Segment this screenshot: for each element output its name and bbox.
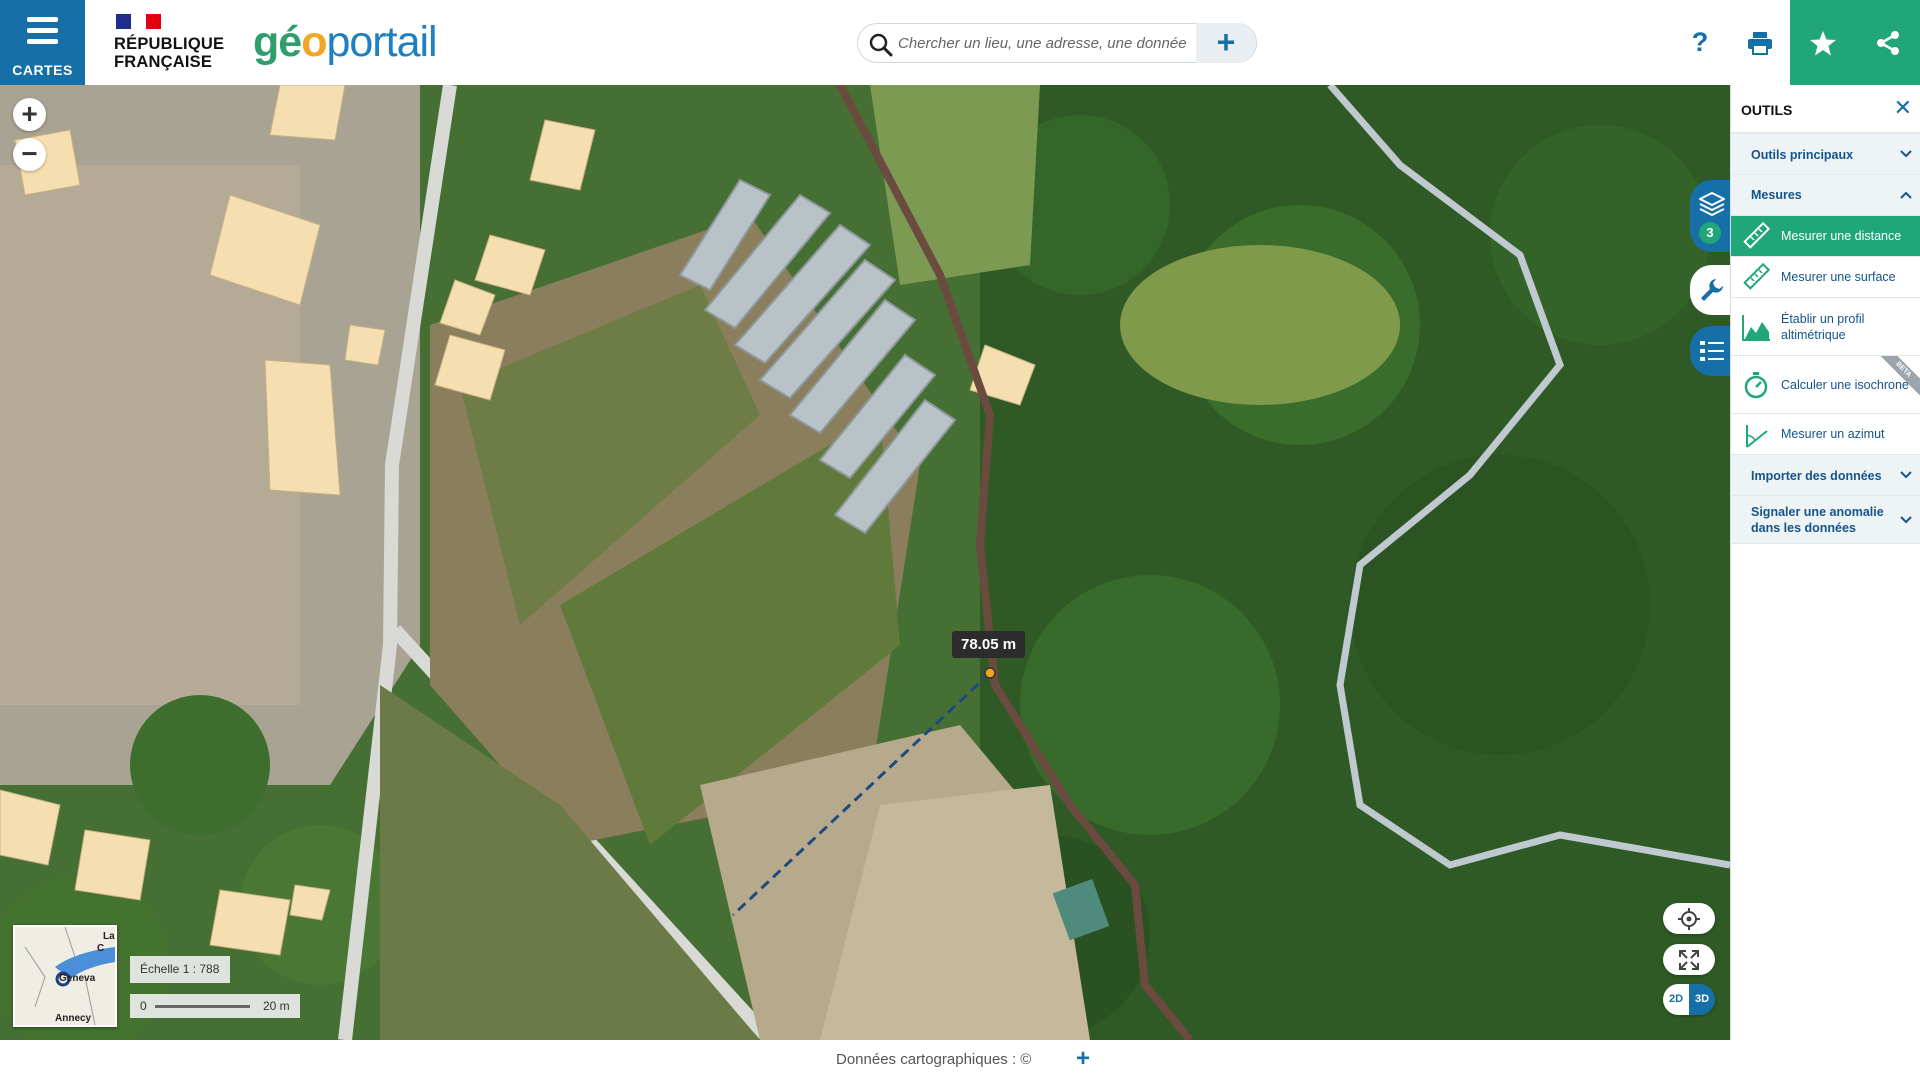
layers-count-badge: 3 — [1699, 222, 1721, 244]
maps-menu-button[interactable]: CARTES — [0, 0, 85, 85]
beta-badge-label: BETA — [1878, 356, 1920, 398]
rf-line-2: FRANÇAISE — [114, 53, 213, 71]
help-button[interactable]: ? — [1670, 0, 1730, 85]
chevron-down-icon — [1900, 515, 1912, 523]
marianne-flag-icon — [116, 14, 161, 29]
chevron-up-icon — [1900, 191, 1912, 199]
attribution-more-button[interactable]: + — [1076, 1045, 1090, 1073]
legend-list-icon — [1700, 341, 1724, 361]
geoportail-logo[interactable]: géoportail — [253, 12, 438, 72]
elevation-profile-icon — [1742, 314, 1770, 341]
search-icon — [869, 33, 893, 57]
tool-azimuth[interactable]: Mesurer un azimut — [1731, 414, 1920, 455]
print-button[interactable] — [1730, 0, 1790, 85]
section-import-data-label: Importer des données — [1751, 469, 1882, 483]
print-icon — [1748, 31, 1772, 55]
stopwatch-icon — [1744, 371, 1768, 398]
scale-line — [155, 1005, 250, 1008]
measure-distance-label: 78.05 m — [952, 631, 1026, 658]
logo-o-part: o — [301, 18, 327, 66]
favorites-button[interactable] — [1790, 0, 1855, 85]
tool-measure-distance-label: Mesurer une distance — [1781, 229, 1902, 243]
crosshair-icon — [1678, 907, 1700, 930]
tools-panel-header: OUTILS ✕ — [1731, 85, 1920, 134]
logo-portail-part: portail — [326, 18, 437, 66]
section-report-anomaly-label: Signaler une anomalie dans les données — [1751, 505, 1884, 535]
zoom-in-button[interactable]: + — [13, 98, 46, 131]
layers-tab[interactable]: 3 — [1690, 180, 1730, 252]
search-bar: + — [857, 23, 1257, 63]
scale-max: 20 m — [263, 999, 290, 1013]
view-2d-button[interactable]: 2D — [1663, 984, 1689, 1015]
overview-map[interactable]: La C Geneva Annecy — [13, 925, 117, 1027]
geolocate-button[interactable] — [1663, 903, 1715, 934]
tools-panel-title: OUTILS — [1741, 102, 1793, 118]
scale-ratio: Échelle 1 : 788 — [130, 956, 230, 983]
tool-isochrone[interactable]: Calculer une isochrone BETA — [1731, 356, 1920, 414]
tools-tab[interactable] — [1690, 265, 1730, 315]
rf-line-1: RÉPUBLIQUE — [114, 35, 225, 53]
top-header: CARTES RÉPUBLIQUE FRANÇAISE géoportail +… — [0, 0, 1920, 85]
share-icon — [1876, 30, 1899, 55]
fullscreen-icon — [1679, 949, 1699, 970]
republique-francaise-logo: RÉPUBLIQUE FRANÇAISE — [114, 13, 226, 73]
close-panel-button[interactable]: ✕ — [1894, 95, 1912, 121]
hamburger-icon — [27, 17, 58, 50]
section-outils-principaux-label: Outils principaux — [1751, 148, 1854, 162]
overview-label-la: La — [103, 931, 115, 942]
section-report-anomaly[interactable]: Signaler une anomalie dans les données — [1731, 496, 1920, 544]
ruler-icon — [1743, 221, 1771, 249]
section-mesures[interactable]: Mesures — [1731, 175, 1920, 216]
view-mode-toggle: 2D 3D — [1663, 984, 1715, 1015]
chevron-down-icon — [1900, 150, 1912, 158]
zoom-out-button[interactable]: − — [13, 138, 46, 171]
section-outils-principaux[interactable]: Outils principaux — [1731, 134, 1920, 175]
beta-badge: BETA — [1878, 356, 1920, 398]
section-mesures-label: Mesures — [1751, 188, 1802, 202]
chevron-down-icon — [1900, 471, 1912, 479]
overview-label-c: C — [97, 943, 105, 954]
fullscreen-button[interactable] — [1663, 944, 1715, 975]
tool-elevation-profile-label: Établir un profil altimétrique — [1781, 311, 1865, 342]
tool-elevation-profile[interactable]: Établir un profil altimétrique — [1731, 298, 1920, 356]
tool-measure-distance[interactable]: Mesurer une distance — [1731, 216, 1920, 257]
attribution-text: Données cartographiques : © — [836, 1051, 1032, 1068]
scale-bar: 0 20 m — [130, 994, 300, 1018]
map-view[interactable]: + − 78.05 m La C Geneva Annecy Échelle 1… — [0, 85, 1730, 1040]
legend-tab[interactable] — [1690, 326, 1730, 376]
tool-measure-surface[interactable]: Mesurer une surface — [1731, 257, 1920, 298]
advanced-search-button[interactable]: + — [1196, 23, 1256, 63]
attribution-footer: Données cartographiques : © + — [0, 1040, 1920, 1080]
layers-icon — [1699, 192, 1725, 216]
maps-menu-label: CARTES — [12, 62, 73, 78]
star-icon — [1809, 30, 1836, 55]
tool-measure-surface-label: Mesurer une surface — [1781, 270, 1896, 284]
wrench-icon — [1701, 279, 1723, 301]
search-input[interactable] — [898, 28, 1188, 58]
logo-geo-part: gé — [253, 18, 302, 66]
aerial-imagery — [0, 85, 1730, 1040]
share-button[interactable] — [1855, 0, 1920, 85]
scale-zero: 0 — [140, 999, 147, 1013]
ruler-area-icon — [1743, 262, 1771, 290]
tools-panel: OUTILS ✕ Outils principaux Mesures Mesur… — [1730, 85, 1920, 1040]
overview-label-annecy: Annecy — [55, 1013, 92, 1024]
tool-azimuth-label: Mesurer un azimut — [1781, 427, 1885, 441]
overview-label-geneva: Geneva — [59, 973, 96, 984]
section-import-data[interactable]: Importer des données — [1731, 455, 1920, 496]
azimuth-icon — [1746, 425, 1768, 448]
